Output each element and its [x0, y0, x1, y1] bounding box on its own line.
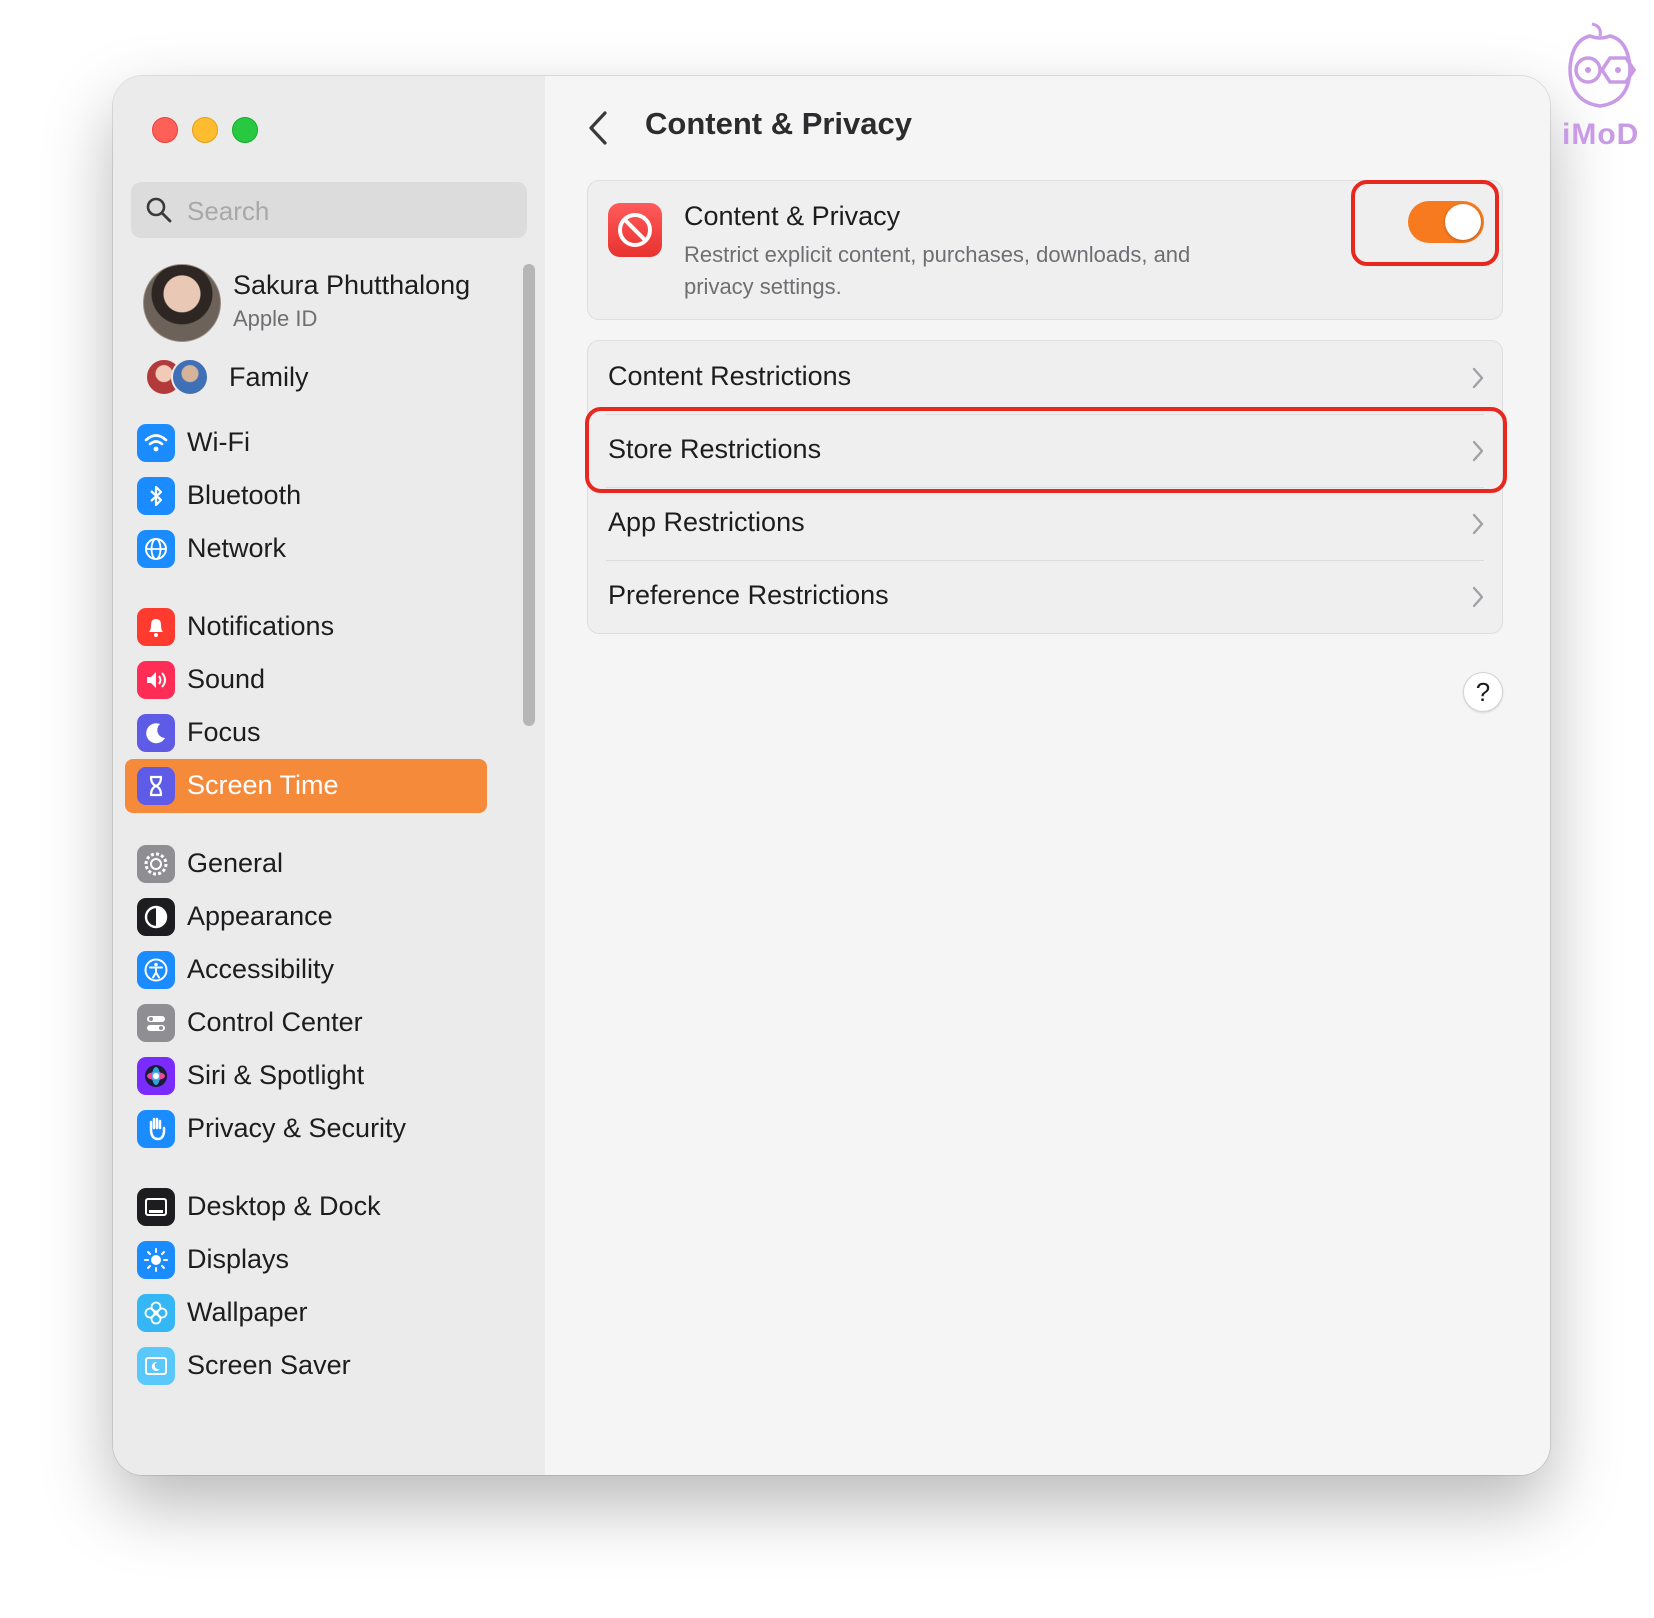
restrictions-list: Content Restrictions Store Restrictions … [587, 340, 1503, 634]
sidebar-item-label: Siri & Spotlight [187, 1060, 365, 1090]
restriction-icon [608, 203, 662, 257]
imod-watermark: iMoD [1552, 18, 1648, 158]
family-item[interactable]: Family [143, 356, 503, 400]
sidebar-item-bluetooth[interactable]: Bluetooth [125, 469, 487, 523]
dock-icon [137, 1188, 175, 1226]
chevron-left-icon [589, 111, 607, 145]
family-avatar [171, 358, 209, 396]
hourglass-icon [137, 767, 175, 805]
sidebar-item-accessibility[interactable]: Accessibility [125, 943, 487, 997]
sidebar-item-label: Wallpaper [187, 1297, 308, 1327]
sidebar-item-wi-fi[interactable]: Wi-Fi [125, 416, 487, 470]
control-center-icon [137, 1004, 175, 1042]
gear-icon [137, 845, 175, 883]
sidebar-item-label: Screen Saver [187, 1350, 351, 1380]
search-input[interactable] [185, 182, 509, 240]
content-privacy-card: Content & Privacy Restrict explicit cont… [587, 180, 1503, 320]
page-title: Content & Privacy [645, 106, 913, 141]
sidebar-item-screen-time[interactable]: Screen Time [125, 759, 487, 813]
content-privacy-description: Restrict explicit content, purchases, do… [684, 242, 1191, 299]
speaker-icon [137, 661, 175, 699]
sidebar-item-sound[interactable]: Sound [125, 653, 487, 707]
sidebar-item-control-center[interactable]: Control Center [125, 996, 487, 1050]
help-button[interactable]: ? [1463, 672, 1503, 712]
sidebar-item-label: Appearance [187, 901, 333, 931]
minimize-button[interactable] [192, 117, 218, 143]
sidebar-item-label: Privacy & Security [187, 1113, 407, 1143]
chevron-right-icon [1472, 586, 1484, 608]
chevron-right-icon [1472, 513, 1484, 535]
preference-restrictions-row[interactable]: Preference Restrictions [588, 560, 1502, 633]
sidebar-item-label: Sound [187, 664, 266, 694]
back-button[interactable] [581, 106, 615, 150]
apple-id-profile[interactable]: Sakura Phutthalong Apple ID [143, 264, 503, 344]
sidebar-item-network[interactable]: Network [125, 522, 487, 576]
sidebar-item-label: Bluetooth [187, 480, 302, 510]
sidebar-item-label: General [187, 848, 284, 878]
sun-icon [137, 1241, 175, 1279]
sidebar-item-desktop-dock[interactable]: Desktop & Dock [125, 1180, 487, 1234]
chevron-right-icon [1472, 440, 1484, 462]
hand-icon [137, 1110, 175, 1148]
system-settings-window: Sakura Phutthalong Apple ID Family Wi-Fi… [113, 76, 1550, 1475]
sidebar-item-label: Notifications [187, 611, 335, 641]
sidebar-item-label: Focus [187, 717, 261, 747]
content-privacy-toggle[interactable] [1408, 201, 1484, 243]
content-privacy-title: Content & Privacy [684, 201, 901, 231]
toggle-knob [1445, 204, 1481, 240]
row-label: Store Restrictions [608, 434, 822, 464]
close-button[interactable] [152, 117, 178, 143]
row-label: Preference Restrictions [608, 580, 889, 610]
row-label: Content Restrictions [608, 361, 852, 391]
sidebar-item-label: Displays [187, 1244, 290, 1274]
sidebar-item-notifications[interactable]: Notifications [125, 600, 487, 654]
sidebar-item-appearance[interactable]: Appearance [125, 890, 487, 944]
flower-icon [137, 1294, 175, 1332]
globe-icon [137, 530, 175, 568]
account-name: Sakura Phutthalong [233, 270, 471, 300]
sidebar-item-screen-saver[interactable]: Screen Saver [125, 1339, 487, 1393]
sidebar-item-general[interactable]: General [125, 837, 487, 891]
sidebar-item-label: Accessibility [187, 954, 335, 984]
family-label: Family [229, 362, 309, 392]
content-restrictions-row[interactable]: Content Restrictions [588, 341, 1502, 414]
imod-logo-icon [1568, 22, 1637, 108]
app-restrictions-row[interactable]: App Restrictions [588, 487, 1502, 560]
sidebar-item-label: Network [187, 533, 287, 563]
content-pane: Content & Privacy Content & Privacy Rest… [545, 76, 1550, 1475]
moon-icon [137, 714, 175, 752]
search-field[interactable] [131, 182, 527, 240]
sidebar-scrollbar[interactable] [523, 264, 535, 726]
search-icon [146, 197, 172, 223]
sidebar-item-label: Control Center [187, 1007, 363, 1037]
sidebar-item-siri-spotlight[interactable]: Siri & Spotlight [125, 1049, 487, 1103]
sidebar-item-privacy-security[interactable]: Privacy & Security [125, 1102, 487, 1156]
account-subtitle: Apple ID [233, 306, 318, 331]
avatar [143, 264, 221, 342]
chevron-right-icon [1472, 367, 1484, 389]
row-label: App Restrictions [608, 507, 805, 537]
zoom-button[interactable] [232, 117, 258, 143]
accessibility-icon [137, 951, 175, 989]
sidebar-item-label: Wi-Fi [187, 427, 250, 457]
appearance-icon [137, 898, 175, 936]
sidebar-item-label: Desktop & Dock [187, 1191, 381, 1221]
wifi-icon [137, 424, 175, 462]
sidebar-item-focus[interactable]: Focus [125, 706, 487, 760]
bluetooth-icon [137, 477, 175, 515]
sidebar-item-label: Screen Time [187, 770, 339, 800]
sidebar: Sakura Phutthalong Apple ID Family Wi-Fi… [113, 76, 546, 1475]
siri-icon [137, 1057, 175, 1095]
watermark-text: iMoD [1562, 118, 1640, 151]
store-restrictions-row[interactable]: Store Restrictions [588, 414, 1502, 487]
bell-icon [137, 608, 175, 646]
sidebar-item-displays[interactable]: Displays [125, 1233, 487, 1287]
screen-saver-icon [137, 1347, 175, 1385]
sidebar-item-wallpaper[interactable]: Wallpaper [125, 1286, 487, 1340]
